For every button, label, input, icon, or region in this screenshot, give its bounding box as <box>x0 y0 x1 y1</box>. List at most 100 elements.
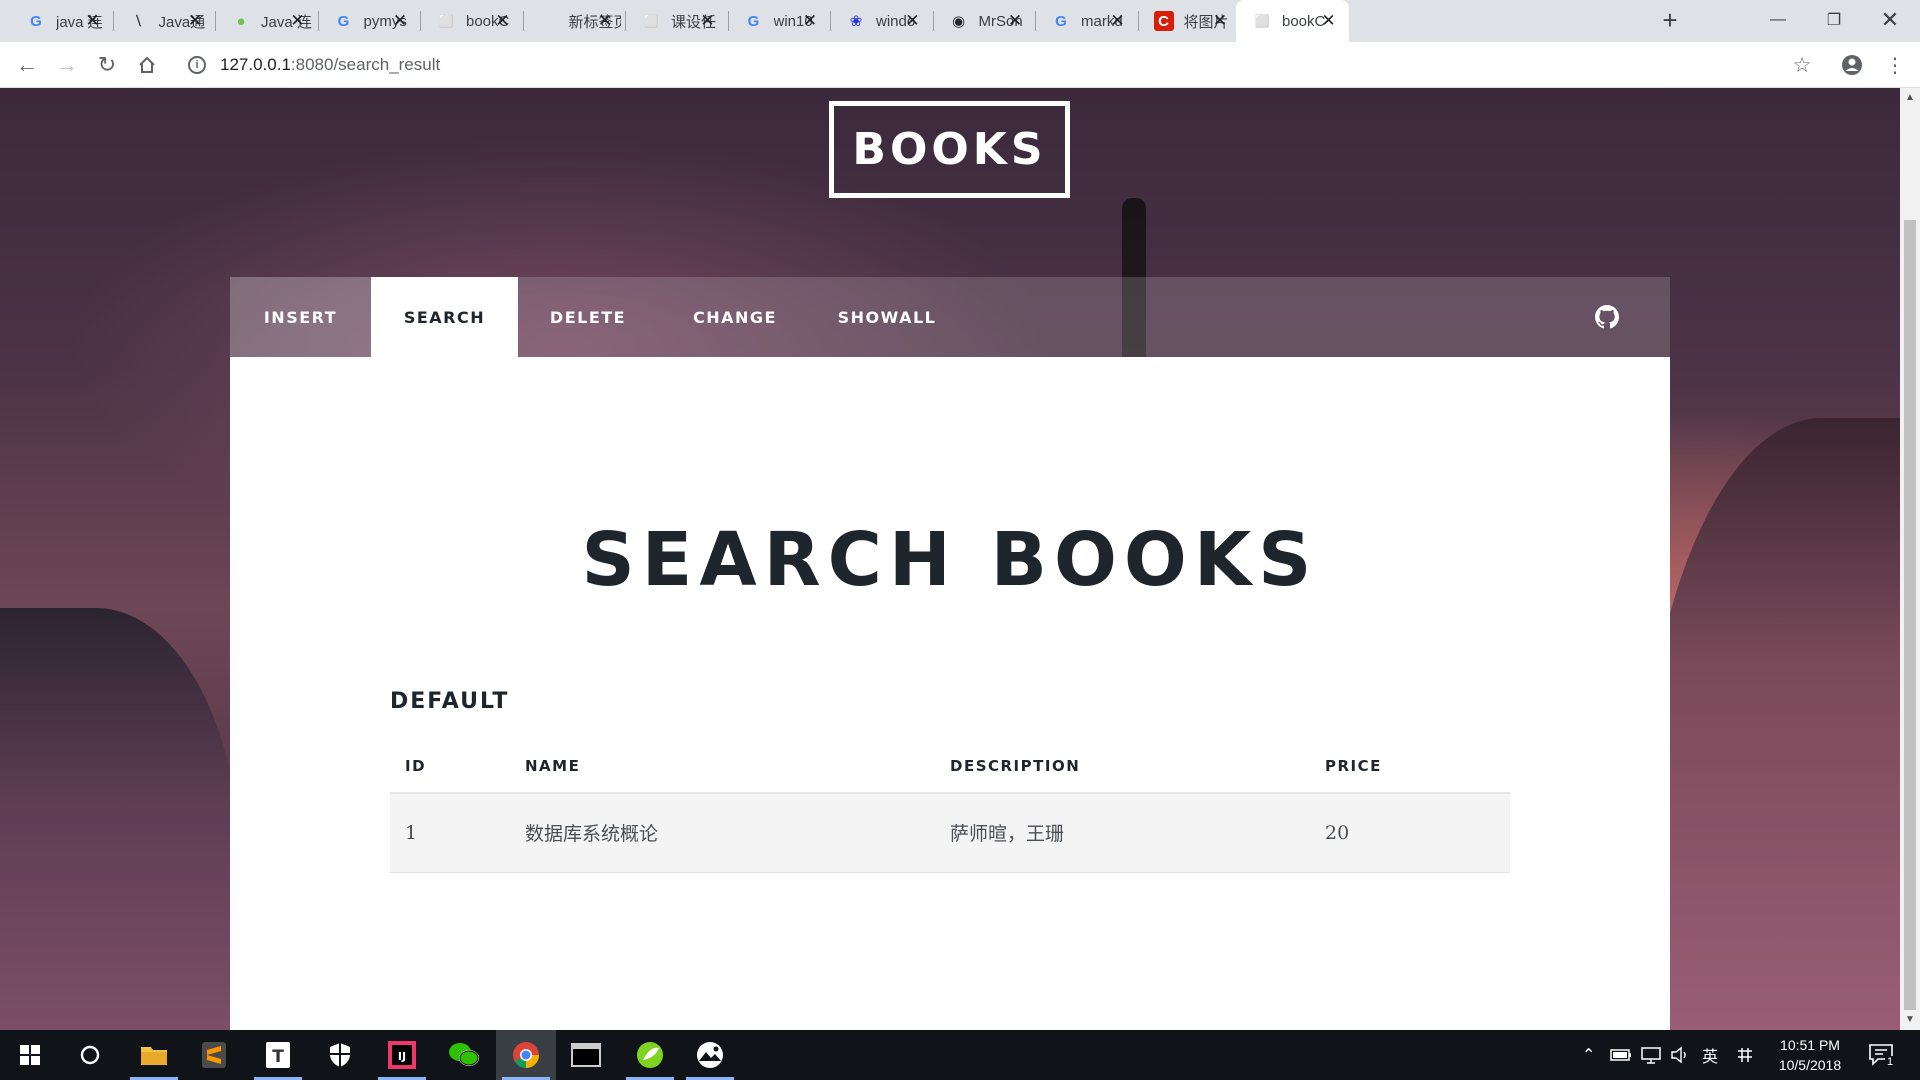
site-nav: INSERT SEARCH DELETE CHANGE SHOWALL <box>230 277 1670 357</box>
nav-showall[interactable]: SHOWALL <box>812 277 962 357</box>
browser-tab[interactable]: ◉ MrSon ✕ <box>933 0 1036 42</box>
books-table: ID NAME DESCRIPTION PRICE 1 数据库系统概论 萨师暄，… <box>390 739 1510 873</box>
browser-tab[interactable]: Gjava 连 ✕ <box>10 0 113 42</box>
site-info-icon[interactable]: i <box>188 56 206 74</box>
taskbar-green-app[interactable] <box>620 1030 680 1080</box>
table-row: 1 数据库系统概论 萨师暄，王珊 20 <box>390 793 1510 873</box>
forward-button[interactable]: → <box>52 50 82 80</box>
reload-button[interactable]: ↻ <box>92 50 122 80</box>
taskbar-chrome[interactable] <box>496 1030 556 1080</box>
browser-tab[interactable]: ⬜ bookC ✕ <box>1236 0 1349 42</box>
browser-tab[interactable]: Gpymys ✕ <box>318 0 421 42</box>
browser-tab[interactable]: ● Java 连 ✕ <box>215 0 318 42</box>
background-blossom-hill-right <box>1640 418 1900 1030</box>
typora-icon: T <box>266 1042 290 1068</box>
tab-close-button[interactable]: ✕ <box>698 11 718 31</box>
taskbar-wechat[interactable] <box>434 1030 494 1080</box>
tray-network-icon[interactable] <box>1640 1030 1662 1080</box>
tab-close-button[interactable]: ✕ <box>1319 11 1339 31</box>
tab-close-button[interactable]: ✕ <box>493 11 513 31</box>
scroll-down-arrow[interactable]: ▼ <box>1900 1010 1920 1030</box>
tab-close-button[interactable]: ✕ <box>1210 11 1230 31</box>
cell-description: 萨师暄，王珊 <box>935 793 1310 873</box>
notification-count-badge: 1 <box>1885 1056 1896 1068</box>
site-logo[interactable]: BOOKS <box>829 101 1070 198</box>
tab-close-button[interactable]: ✕ <box>903 11 923 31</box>
nav-insert[interactable]: INSERT <box>230 277 371 357</box>
github-icon: ◉ <box>951 13 966 30</box>
taskbar-terminal[interactable] <box>556 1030 616 1080</box>
cell-name: 数据库系统概论 <box>510 793 935 873</box>
clock-time: 10:51 PM <box>1780 1037 1840 1053</box>
tab-close-button[interactable]: ✕ <box>800 11 820 31</box>
taskbar-file-explorer[interactable] <box>124 1030 184 1080</box>
tray-volume-icon[interactable] <box>1670 1030 1690 1080</box>
taskbar-typora[interactable]: T <box>248 1030 308 1080</box>
column-header-price: PRICE <box>1310 739 1510 794</box>
github-icon[interactable] <box>1595 305 1619 329</box>
taskbar-security-center[interactable] <box>310 1030 370 1080</box>
browser-tab[interactable]: 新标签页✕ <box>523 0 626 42</box>
column-header-description: DESCRIPTION <box>935 739 1310 794</box>
browser-tab[interactable]: Gwin10 ✕ <box>728 0 831 42</box>
new-tab-button[interactable]: + <box>1656 7 1684 35</box>
tab-close-button[interactable]: ✕ <box>1108 11 1128 31</box>
photos-icon <box>697 1042 723 1068</box>
start-button[interactable] <box>0 1030 60 1080</box>
tray-ime-language[interactable]: 英 <box>1702 1030 1718 1080</box>
url-text[interactable]: 127.0.0.1:8080/search_result <box>220 55 440 75</box>
back-button[interactable]: ← <box>12 50 42 80</box>
home-button[interactable] <box>132 50 162 80</box>
minimize-button[interactable]: — <box>1750 0 1806 40</box>
tab-close-button[interactable]: ✕ <box>288 11 308 31</box>
c-red-icon: C <box>1153 11 1174 31</box>
tray-ime-mode-icon[interactable] <box>1736 1030 1754 1080</box>
taskbar-clock[interactable]: 10:51 PM 10/5/2018 <box>1770 1035 1850 1075</box>
close-window-button[interactable]: ✕ <box>1862 0 1918 40</box>
chrome-icon <box>513 1042 540 1069</box>
scroll-up-arrow[interactable]: ▲ <box>1900 88 1920 108</box>
tab-close-button[interactable]: ✕ <box>1005 11 1025 31</box>
menu-kebab-button[interactable]: ⋮ <box>1880 50 1910 80</box>
baidu-paw-icon: ❀ <box>849 13 863 30</box>
nav-search[interactable]: SEARCH <box>371 277 518 357</box>
action-center-button[interactable]: 1 <box>1868 1030 1896 1080</box>
tab-close-button[interactable]: ✕ <box>595 11 615 31</box>
column-header-id: ID <box>390 739 510 794</box>
google-icon: G <box>30 12 42 30</box>
intellij-icon: IJ <box>388 1041 416 1069</box>
browser-tab[interactable]: ⬜ bookC ✕ <box>420 0 523 42</box>
clock-date: 10/5/2018 <box>1778 1057 1842 1073</box>
web-page: BOOKS INSERT SEARCH DELETE CHANGE SHOWAL… <box>0 88 1900 1030</box>
column-header-name: NAME <box>510 739 935 794</box>
bookmark-star-button[interactable]: ☆ <box>1787 50 1817 80</box>
restore-button[interactable]: ❐ <box>1806 0 1862 40</box>
tray-show-hidden-icons[interactable]: ⌃ <box>1582 1030 1595 1080</box>
page-icon: ⬜ <box>1254 14 1270 28</box>
google-icon: G <box>1055 12 1067 30</box>
folder-icon <box>141 1047 167 1065</box>
nav-delete[interactable]: DELETE <box>518 277 658 357</box>
scroll-thumb[interactable] <box>1904 220 1916 1010</box>
sublime-icon <box>202 1042 226 1068</box>
main-content: SEARCH BOOKS DEFAULT ID NAME DESCRIPTION… <box>230 357 1670 1030</box>
page-scrollbar[interactable]: ▲ ▼ <box>1900 88 1920 1030</box>
tab-close-button[interactable]: ✕ <box>390 11 410 31</box>
address-bar[interactable]: i 127.0.0.1:8080/search_result <box>178 48 1768 82</box>
browser-tab[interactable]: ⧵ Java通 ✕ <box>113 0 216 42</box>
tab-close-button[interactable]: ✕ <box>83 11 103 31</box>
cortana-search-button[interactable] <box>60 1030 120 1080</box>
taskbar-photos[interactable] <box>680 1030 740 1080</box>
nav-change[interactable]: CHANGE <box>658 277 812 357</box>
taskbar-intellij-idea[interactable]: IJ <box>372 1030 432 1080</box>
green-leaf-icon <box>637 1042 663 1068</box>
tray-battery-icon[interactable] <box>1610 1030 1632 1080</box>
browser-tab[interactable]: ⬜ 课设任 ✕ <box>625 0 728 42</box>
taskbar-sublime-text[interactable] <box>184 1030 244 1080</box>
browser-tab[interactable]: ❀ windo ✕ <box>830 0 933 42</box>
browser-tab[interactable]: Gmarkd ✕ <box>1035 0 1138 42</box>
browser-tab[interactable]: C 将图片 ✕ <box>1138 0 1241 42</box>
tab-close-button[interactable]: ✕ <box>185 11 205 31</box>
page-icon: ⬜ <box>438 14 454 28</box>
profile-button[interactable] <box>1837 50 1867 80</box>
